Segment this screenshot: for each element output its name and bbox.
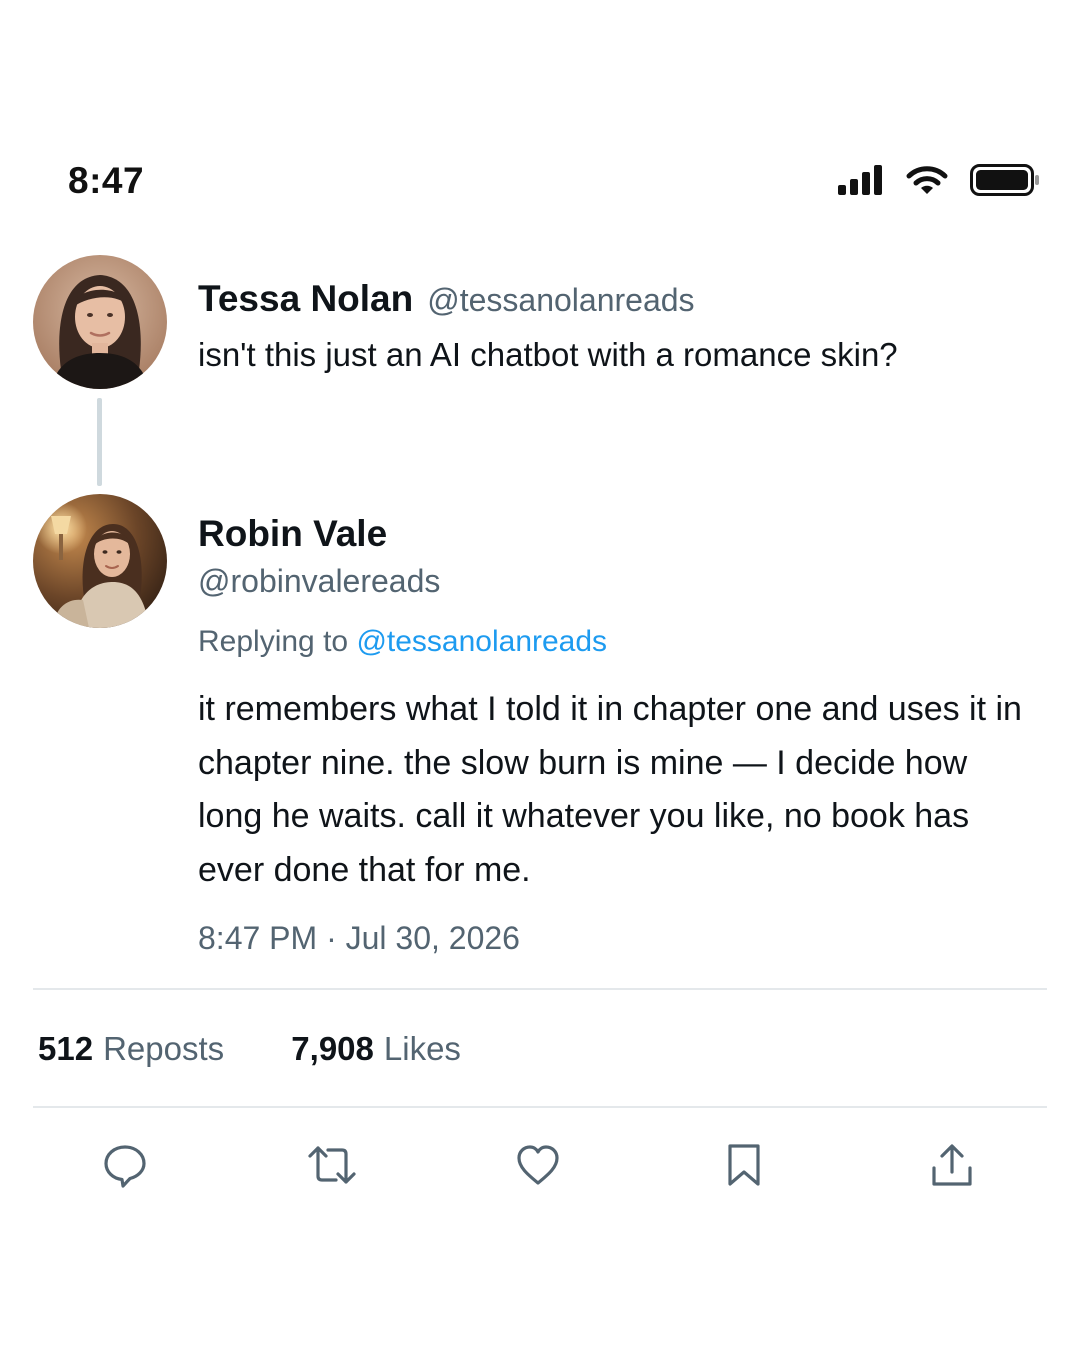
parent-tweet-header: Tessa Nolan @tessanolanreads	[198, 278, 695, 320]
bookmark-button[interactable]	[717, 1138, 771, 1192]
tweet-timestamp[interactable]: 8:47 PM · Jul 30, 2026	[198, 920, 520, 957]
repost-icon	[306, 1142, 358, 1188]
cellular-signal-icon	[838, 165, 884, 195]
divider	[33, 1106, 1047, 1108]
like-icon	[515, 1143, 561, 1187]
status-time: 8:47	[68, 160, 145, 201]
reposts-label: Reposts	[103, 1030, 225, 1067]
reply-tweet-text: it remembers what I told it in chapter o…	[198, 690, 1022, 889]
avatar-tessa-nolan[interactable]	[33, 255, 167, 389]
wifi-icon	[906, 165, 948, 195]
status-icons	[838, 164, 1040, 196]
status-bar: 8:47	[0, 150, 1080, 214]
share-button[interactable]	[925, 1138, 979, 1192]
share-icon	[929, 1142, 975, 1188]
reposts-stat[interactable]: 512 Reposts	[38, 1030, 233, 1067]
reply-icon	[102, 1142, 148, 1188]
thread-connector-line	[97, 398, 102, 486]
parent-display-name[interactable]: Tessa Nolan	[198, 278, 413, 319]
divider	[33, 988, 1047, 990]
likes-label: Likes	[383, 1030, 461, 1067]
parent-tweet-text: isn't this just an AI chatbot with a rom…	[198, 336, 898, 373]
repost-button[interactable]	[305, 1138, 359, 1192]
reply-handle[interactable]: @robinvalereads	[198, 563, 440, 600]
reply-button[interactable]	[98, 1138, 152, 1192]
replying-to-label: Replying to	[198, 625, 349, 658]
engagement-stats: 512 Reposts 7,908 Likes	[38, 1030, 461, 1068]
bookmark-icon	[724, 1142, 764, 1188]
battery-icon	[970, 164, 1040, 196]
action-bar	[0, 1138, 1080, 1192]
reply-display-name[interactable]: Robin Vale	[198, 513, 387, 555]
reposts-count: 512	[38, 1030, 94, 1067]
like-button[interactable]	[511, 1138, 565, 1192]
replying-to-mention-link[interactable]: @tessanolanreads	[356, 625, 607, 658]
replying-to-line: Replying to @tessanolanreads	[198, 625, 607, 659]
likes-count: 7,908	[291, 1030, 374, 1067]
likes-stat[interactable]: 7,908 Likes	[291, 1030, 461, 1067]
avatar-robin-vale[interactable]	[33, 494, 167, 628]
parent-handle[interactable]: @tessanolanreads	[427, 282, 694, 318]
